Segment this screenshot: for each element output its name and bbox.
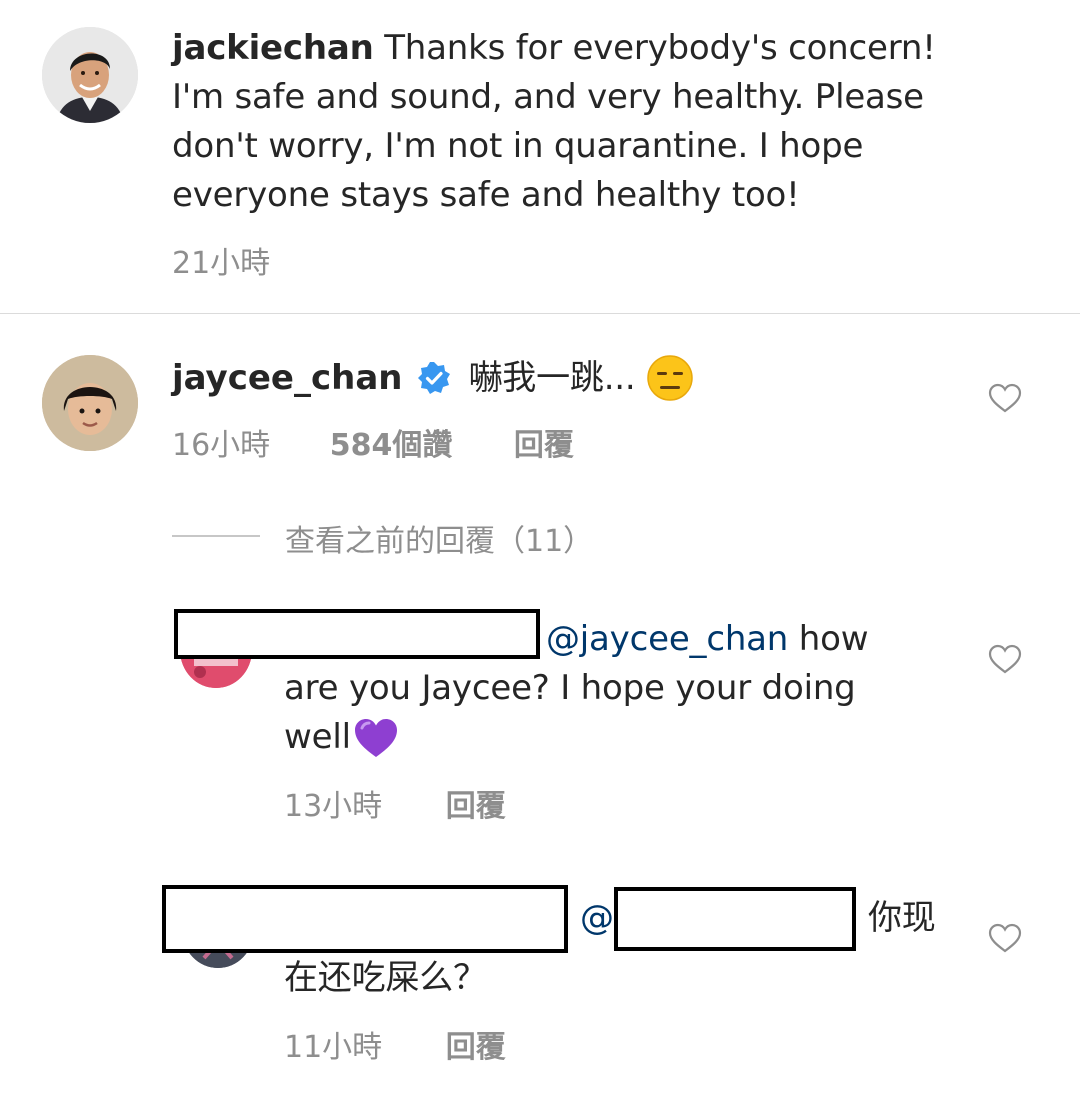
- jaycee-like-count[interactable]: 584個讚: [330, 428, 453, 463]
- reply1-like-button[interactable]: [988, 644, 1022, 678]
- view-previous-replies-button[interactable]: 查看之前的回覆（11）: [285, 516, 593, 560]
- reply1-line3: well: [284, 713, 399, 762]
- redacted-username-box: [162, 885, 568, 953]
- expressionless-emoji: [646, 354, 694, 402]
- heart-icon: [988, 383, 1022, 413]
- reply1-timestamp: 13小時: [284, 789, 383, 824]
- purple-heart-emoji: [353, 717, 399, 759]
- jaycee-meta-row: 16小時 584個讚 回覆: [172, 420, 574, 464]
- redacted-username-box: [174, 609, 540, 659]
- reply1-reply-button[interactable]: 回覆: [446, 789, 506, 824]
- jaycee-timestamp: 16小時: [172, 428, 271, 463]
- verified-badge-icon: [417, 361, 451, 395]
- reply2-timestamp: 11小時: [284, 1030, 383, 1065]
- post-timestamp: 21小時: [172, 246, 271, 281]
- jaycee-username[interactable]: jaycee_chan: [172, 358, 403, 398]
- section-divider: [0, 313, 1080, 314]
- post-caption: jackiechan Thanks for everybody's concer…: [172, 24, 992, 220]
- reply2-like-button[interactable]: [988, 923, 1022, 957]
- jaycee-comment-text: 嚇我一跳...: [468, 357, 636, 398]
- reply2-mention-prefix[interactable]: @: [580, 894, 614, 943]
- jaycee-chan-avatar[interactable]: [42, 355, 138, 451]
- reply1-mention-link[interactable]: @jaycee_chan: [546, 619, 788, 659]
- post-username[interactable]: jackiechan: [172, 28, 374, 68]
- jackiechan-avatar-image: [42, 27, 138, 123]
- jaycee-reply-button[interactable]: 回覆: [514, 428, 574, 463]
- reply2-reply-button[interactable]: 回覆: [446, 1030, 506, 1065]
- view-replies-line: [172, 535, 260, 537]
- heart-icon: [988, 644, 1022, 674]
- jaycee-comment-line: jaycee_chan 嚇我一跳...: [172, 352, 694, 404]
- reply2-meta-row: 11小時 回覆: [284, 1022, 506, 1066]
- heart-icon: [988, 923, 1022, 953]
- jaycee-like-button[interactable]: [988, 383, 1022, 417]
- reply1-text-part3: well: [284, 717, 351, 757]
- reply1-line2: are you Jaycee? I hope your doing: [284, 668, 856, 708]
- redacted-mention-box: [614, 887, 856, 951]
- reply2-text-part1: 你现: [868, 898, 936, 938]
- reply1-line1: @jaycee_chan how: [546, 615, 869, 664]
- reply1-meta-row: 13小時 回覆: [284, 781, 506, 825]
- jaycee-chan-avatar-image: [42, 355, 138, 451]
- jackiechan-avatar[interactable]: [42, 27, 138, 123]
- reply2-line2: 在还吃屎么？: [284, 958, 487, 998]
- reply1-text-part1: how: [798, 619, 869, 659]
